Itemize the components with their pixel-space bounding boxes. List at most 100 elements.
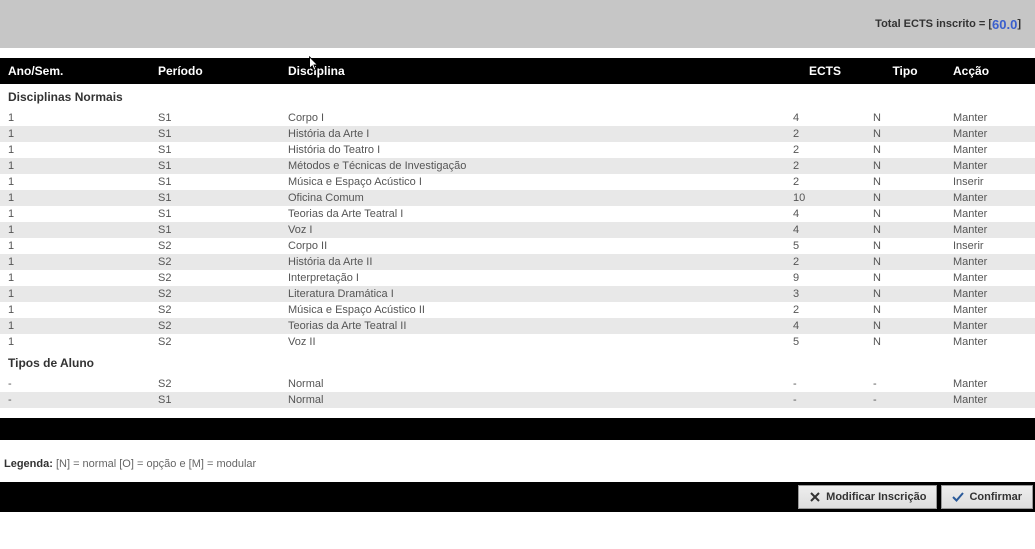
cell-per: S2 <box>150 334 280 350</box>
cell-per: S1 <box>150 190 280 206</box>
col-ects: ECTS <box>785 58 865 84</box>
cell-ects: 4 <box>785 222 865 238</box>
table-row: 1S2Voz II5NManter <box>0 334 1035 350</box>
cell-disc: Normal <box>280 392 785 408</box>
footer-bar: Modificar Inscrição Confirmar <box>0 482 1035 512</box>
confirmar-button[interactable]: Confirmar <box>941 485 1033 509</box>
total-ects-value: 60.0 <box>992 17 1017 32</box>
cell-ano: 1 <box>0 206 150 222</box>
confirmar-label: Confirmar <box>969 491 1022 503</box>
cell-disc: Teorias da Arte Teatral I <box>280 206 785 222</box>
cell-ects: 3 <box>785 286 865 302</box>
modificar-button[interactable]: Modificar Inscrição <box>798 485 937 509</box>
cell-per: S2 <box>150 254 280 270</box>
cell-ects: 5 <box>785 238 865 254</box>
cell-per: S1 <box>150 110 280 126</box>
cell-disc: Voz I <box>280 222 785 238</box>
col-disciplina: Disciplina <box>280 58 785 84</box>
close-icon <box>809 491 821 503</box>
cell-disc: História do Teatro I <box>280 142 785 158</box>
cell-ano: 1 <box>0 174 150 190</box>
legend-text: [N] = normal [O] = opção e [M] = modular <box>56 458 256 470</box>
cell-tipo: N <box>865 126 945 142</box>
cell-per: S2 <box>150 270 280 286</box>
cell-ects: 4 <box>785 110 865 126</box>
cell-accao: Manter <box>945 158 1035 174</box>
cell-tipo: - <box>865 376 945 392</box>
cell-accao: Inserir <box>945 238 1035 254</box>
cell-ano: 1 <box>0 222 150 238</box>
table-row: 1S2Música e Espaço Acústico II2NManter <box>0 302 1035 318</box>
cell-tipo: N <box>865 302 945 318</box>
cell-ano: 1 <box>0 238 150 254</box>
table-row: 1S2História da Arte II2NManter <box>0 254 1035 270</box>
cell-accao: Manter <box>945 254 1035 270</box>
cell-accao: Manter <box>945 286 1035 302</box>
cell-per: S2 <box>150 302 280 318</box>
table-row: -S2Normal--Manter <box>0 376 1035 392</box>
cell-disc: Corpo II <box>280 238 785 254</box>
cell-accao: Manter <box>945 392 1035 408</box>
cell-ects: 2 <box>785 142 865 158</box>
cell-ects: - <box>785 376 865 392</box>
cell-disc: Literatura Dramática I <box>280 286 785 302</box>
table-row: 1S2Interpretação I9NManter <box>0 270 1035 286</box>
section-tipos: Tipos de Aluno <box>0 350 1035 376</box>
col-tipo: Tipo <box>865 58 945 84</box>
courses-table: Ano/Sem. Período Disciplina ECTS Tipo Ac… <box>0 58 1035 408</box>
cell-accao: Manter <box>945 270 1035 286</box>
cell-ects: 2 <box>785 302 865 318</box>
cell-ano: 1 <box>0 190 150 206</box>
cell-disc: Oficina Comum <box>280 190 785 206</box>
col-accao: Acção <box>945 58 1035 84</box>
cell-ano: 1 <box>0 302 150 318</box>
legend: Legenda: [N] = normal [O] = opção e [M] … <box>0 446 1035 482</box>
cell-tipo: N <box>865 334 945 350</box>
cell-disc: Corpo I <box>280 110 785 126</box>
cell-tipo: N <box>865 222 945 238</box>
table-row: 1S1Teorias da Arte Teatral I4NManter <box>0 206 1035 222</box>
cell-ects: - <box>785 392 865 408</box>
cell-per: S1 <box>150 174 280 190</box>
cell-disc: Voz II <box>280 334 785 350</box>
cell-ects: 10 <box>785 190 865 206</box>
table-row: 1S1Voz I4NManter <box>0 222 1035 238</box>
cell-accao: Manter <box>945 318 1035 334</box>
cell-tipo: N <box>865 286 945 302</box>
cell-accao: Manter <box>945 110 1035 126</box>
cell-per: S1 <box>150 142 280 158</box>
table-row: 1S1Música e Espaço Acústico I2NInserir <box>0 174 1035 190</box>
cell-per: S1 <box>150 158 280 174</box>
cell-disc: História da Arte I <box>280 126 785 142</box>
col-ano: Ano/Sem. <box>0 58 150 84</box>
cell-ano: 1 <box>0 286 150 302</box>
cell-per: S2 <box>150 238 280 254</box>
col-periodo: Período <box>150 58 280 84</box>
cell-tipo: N <box>865 190 945 206</box>
cell-accao: Inserir <box>945 174 1035 190</box>
cell-accao: Manter <box>945 302 1035 318</box>
cell-tipo: N <box>865 158 945 174</box>
summary-bar: Total ECTS inscrito = [ 60.0 ] <box>0 0 1035 48</box>
table-row: 1S1Métodos e Técnicas de Investigação2NM… <box>0 158 1035 174</box>
cell-ects: 2 <box>785 126 865 142</box>
cell-ano: 1 <box>0 318 150 334</box>
table-row: 1S2Literatura Dramática I3NManter <box>0 286 1035 302</box>
table-row: 1S1Corpo I4NManter <box>0 110 1035 126</box>
cell-disc: Interpretação I <box>280 270 785 286</box>
cell-tipo: N <box>865 110 945 126</box>
cell-ects: 2 <box>785 158 865 174</box>
check-icon <box>952 491 964 503</box>
cell-disc: Música e Espaço Acústico II <box>280 302 785 318</box>
cell-accao: Manter <box>945 190 1035 206</box>
cell-accao: Manter <box>945 376 1035 392</box>
cell-tipo: N <box>865 318 945 334</box>
cell-ano: 1 <box>0 254 150 270</box>
cell-per: S1 <box>150 206 280 222</box>
total-ects-label: Total ECTS inscrito = [ <box>875 18 992 30</box>
cell-disc: Música e Espaço Acústico I <box>280 174 785 190</box>
cell-accao: Manter <box>945 222 1035 238</box>
cell-ects: 2 <box>785 174 865 190</box>
cell-disc: Métodos e Técnicas de Investigação <box>280 158 785 174</box>
cell-per: S1 <box>150 392 280 408</box>
